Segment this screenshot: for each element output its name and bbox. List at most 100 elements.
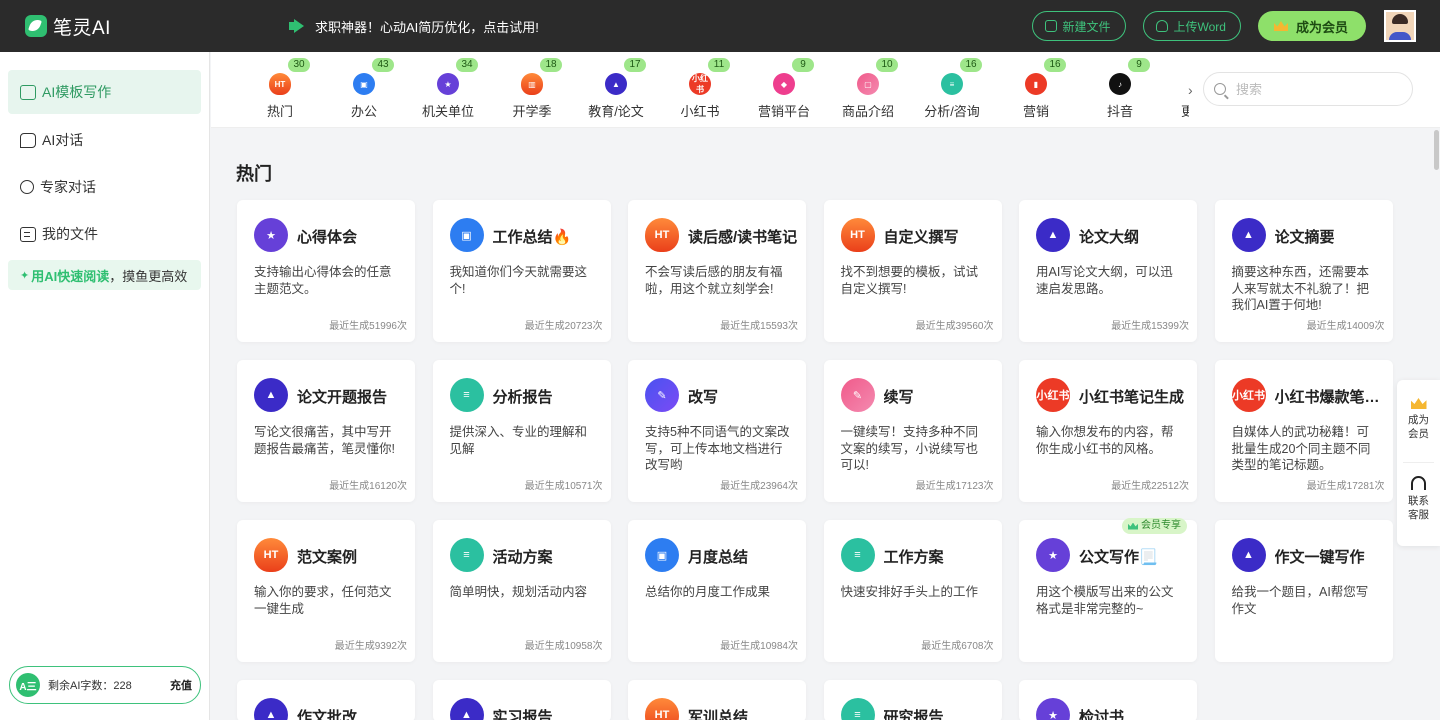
sidebar-item-my-files[interactable]: 我的文件: [8, 212, 201, 256]
template-card[interactable]: ★ 检讨书: [1019, 680, 1197, 720]
category-icon: ▮: [1025, 73, 1047, 95]
crown-icon: [1410, 398, 1427, 409]
upload-word-button[interactable]: 上传Word: [1142, 11, 1241, 41]
category-tab[interactable]: 16 ▮ 营销: [994, 52, 1078, 128]
category-overflow-label[interactable]: 更: [1181, 101, 1189, 117]
template-card[interactable]: ≡ 工作方案 快速安排好手头上的工作 最近生成6708次: [823, 520, 1002, 662]
template-card[interactable]: 小红书小红书爆款笔记标题自媒体人的武功秘籍！可批量生成20个同主题不同类型的笔记…: [1214, 360, 1393, 502]
section-title: 热门: [236, 164, 272, 184]
category-label: 分析/咨询: [924, 104, 980, 119]
megaphone-icon: [288, 19, 307, 33]
template-icon: ▣: [645, 538, 679, 572]
new-file-button[interactable]: 新建文件: [1031, 11, 1126, 41]
sparkle-icon: ✦: [20, 269, 30, 282]
template-icon: 小红书: [1231, 378, 1266, 412]
template-card[interactable]: ★ 公文写作📃 用这个模版写出来的公文格式是非常完整的~ 会员专享: [1019, 518, 1197, 662]
generation-count: 最近生成9392次: [334, 641, 407, 652]
expert-icon: [20, 180, 34, 194]
recharge-button[interactable]: 充值: [170, 677, 192, 693]
floating-panel: 成为会员 联系客服: [1397, 380, 1440, 546]
category-tab[interactable]: 11 小红书 小红书: [658, 52, 742, 128]
template-card[interactable]: ▲ 论文开题报告 写论文很痛苦，其中写开题报告最痛苦，笔灵懂你! 最近生成16120次: [237, 360, 415, 502]
template-icon: ▣: [449, 218, 484, 252]
category-count-badge: 34: [456, 58, 478, 72]
category-tab[interactable]: 16 ≡ 分析/咨询: [910, 52, 994, 128]
template-title: 论文开题报告: [297, 389, 388, 406]
template-card[interactable]: ▲ 作文一键写作 给我一个题目，AI帮您写作文: [1214, 520, 1393, 662]
template-description: 输入你想发布的内容，帮你生成小红书的风格。: [1036, 425, 1174, 456]
template-description: 提供深入、专业的理解和见解: [449, 425, 588, 456]
category-tab[interactable]: 34 ★ 机关单位: [406, 52, 490, 128]
template-icon: HT: [254, 538, 288, 572]
scrollbar-thumb[interactable]: [1434, 130, 1439, 170]
template-card[interactable]: 小红书 小红书笔记生成 输入你想发布的内容，帮你生成小红书的风格。 最近生成22512…: [1019, 360, 1197, 502]
template-card[interactable]: HT 范文案例 输入你的要求，任何范文一键生成 最近生成9392次: [237, 520, 415, 662]
user-avatar[interactable]: [1384, 10, 1416, 42]
sidebar-item-expert-chat[interactable]: 专家对话: [8, 165, 201, 209]
template-card[interactable]: HT 读后感/读书笔记 不会写读后感的朋友有福啦，用这个就立刻学会! 最近生成1559…: [628, 200, 806, 342]
promo-banner[interactable]: 求职神器！心动AI简历优化，点击试用!: [288, 17, 539, 36]
category-bar: 30 HT 热门 43 ▣ 办公 34 ★ 机关单位 18 ▥ 开学季 17 ▲ 教育/论文 11 小红书 小红书…: [211, 52, 1440, 128]
search-box: [1203, 72, 1413, 106]
template-title: 小红书爆款笔记标题: [1274, 389, 1387, 406]
brand-logo[interactable]: 笔灵AI: [25, 13, 111, 40]
template-card[interactable]: ≡ 研究报告: [823, 680, 1002, 720]
float-vip-label: 成为会员: [1408, 414, 1429, 440]
chevron-right-icon[interactable]: ›: [1188, 82, 1193, 98]
quick-read-rest: ，摸鱼更高效: [109, 268, 188, 284]
template-card[interactable]: ★ 心得体会 支持输出心得体会的任意主题范文。 最近生成51996次: [237, 200, 415, 342]
category-tab[interactable]: 30 HT 热门: [238, 52, 322, 128]
sidebar-item-ai-chat[interactable]: AI对话: [8, 118, 201, 162]
template-card[interactable]: ▣ 月度总结 总结你的月度工作成果 最近生成10984次: [628, 520, 806, 662]
new-file-label: 新建文件: [1062, 19, 1111, 34]
template-card[interactable]: HT 自定义撰写 找不到想要的模板，试试自定义撰写! 最近生成39560次: [823, 200, 1002, 342]
category-count-badge: 16: [1044, 58, 1066, 72]
category-label: 机关单位: [421, 104, 474, 119]
float-service-button[interactable]: 联系客服: [1397, 476, 1440, 522]
template-card[interactable]: ▲ 论文摘要 摘要这种东西，还需要本人来写就太不礼貌了！把我们AI置于何地! 最近生成…: [1214, 200, 1393, 342]
category-tab[interactable]: 10 ▢ 商品介绍: [826, 52, 910, 128]
sidebar-item-label: 专家对话: [40, 179, 96, 195]
crown-icon: [1128, 522, 1138, 530]
template-card[interactable]: ≡ 分析报告 提供深入、专业的理解和见解 最近生成10571次: [432, 360, 611, 502]
template-icon: ▲: [254, 378, 288, 412]
template-card[interactable]: HT 军训总结: [628, 680, 806, 720]
category-tab[interactable]: 18 ▥ 开学季: [490, 52, 574, 128]
template-icon: ≡: [449, 538, 484, 572]
template-card[interactable]: ▣ 工作总结🔥 我知道你们今天就需要这个! 最近生成20723次: [432, 200, 611, 342]
template-card[interactable]: ✎ 改写 支持5种不同语气的文案改写，可上传本地文档进行改写哟 最近生成23964次: [628, 360, 806, 502]
search-input[interactable]: [1236, 81, 1396, 97]
float-vip-button[interactable]: 成为会员: [1397, 398, 1440, 441]
category-tab[interactable]: 9 ♪ 抖音: [1078, 52, 1162, 128]
template-card[interactable]: ≡ 活动方案 简单明快，规划活动内容 最近生成10958次: [432, 520, 611, 662]
template-card[interactable]: ▲ 论文大纲 用AI写论文大纲，可以迅速启发思路。 最近生成15399次: [1019, 200, 1197, 342]
category-tab[interactable]: 17 ▲ 教育/论文: [574, 52, 658, 128]
template-card[interactable]: ▲ 实习报告: [432, 680, 611, 720]
become-vip-button[interactable]: 成为会员: [1257, 11, 1366, 41]
category-label: 开学季: [512, 104, 552, 119]
category-label: 教育/论文: [588, 104, 644, 119]
sidebar-item-ai-template[interactable]: AI模板写作: [8, 70, 201, 114]
sidebar-item-label: AI模板写作: [42, 84, 112, 100]
generation-count: 最近生成10984次: [720, 641, 798, 652]
template-title: 检讨书: [1079, 709, 1125, 720]
template-description: 总结你的月度工作成果: [645, 585, 771, 599]
template-card[interactable]: ▲ 作文批改: [237, 680, 415, 720]
quick-read-promo[interactable]: ✦ 用AI快速阅读 ，摸鱼更高效: [8, 260, 201, 290]
category-label: 商品介绍: [841, 104, 894, 119]
ai-quota-widget: A三 剩余AI字数：228 充值: [9, 666, 201, 704]
template-icon: ▲: [449, 698, 484, 720]
category-tab[interactable]: 9 ◆ 营销平台: [742, 52, 826, 128]
category-tab[interactable]: 43 ▣ 办公: [322, 52, 406, 128]
template-icon: ✎: [840, 378, 875, 412]
template-card[interactable]: ✎ 续写 一键续写！支持多种不同文案的续写，小说续写也可以! 最近生成17123次: [823, 360, 1002, 502]
template-icon: ★: [1036, 698, 1070, 720]
template-title: 军训总结: [688, 709, 749, 720]
category-count-badge: 17: [624, 58, 646, 72]
category-label: 办公: [350, 104, 377, 119]
generation-count: 最近生成10571次: [524, 481, 603, 492]
template-title: 续写: [883, 389, 914, 406]
upload-word-label: 上传Word: [1173, 19, 1226, 34]
crown-icon: [1273, 21, 1288, 31]
category-count-badge: 9: [792, 58, 814, 72]
